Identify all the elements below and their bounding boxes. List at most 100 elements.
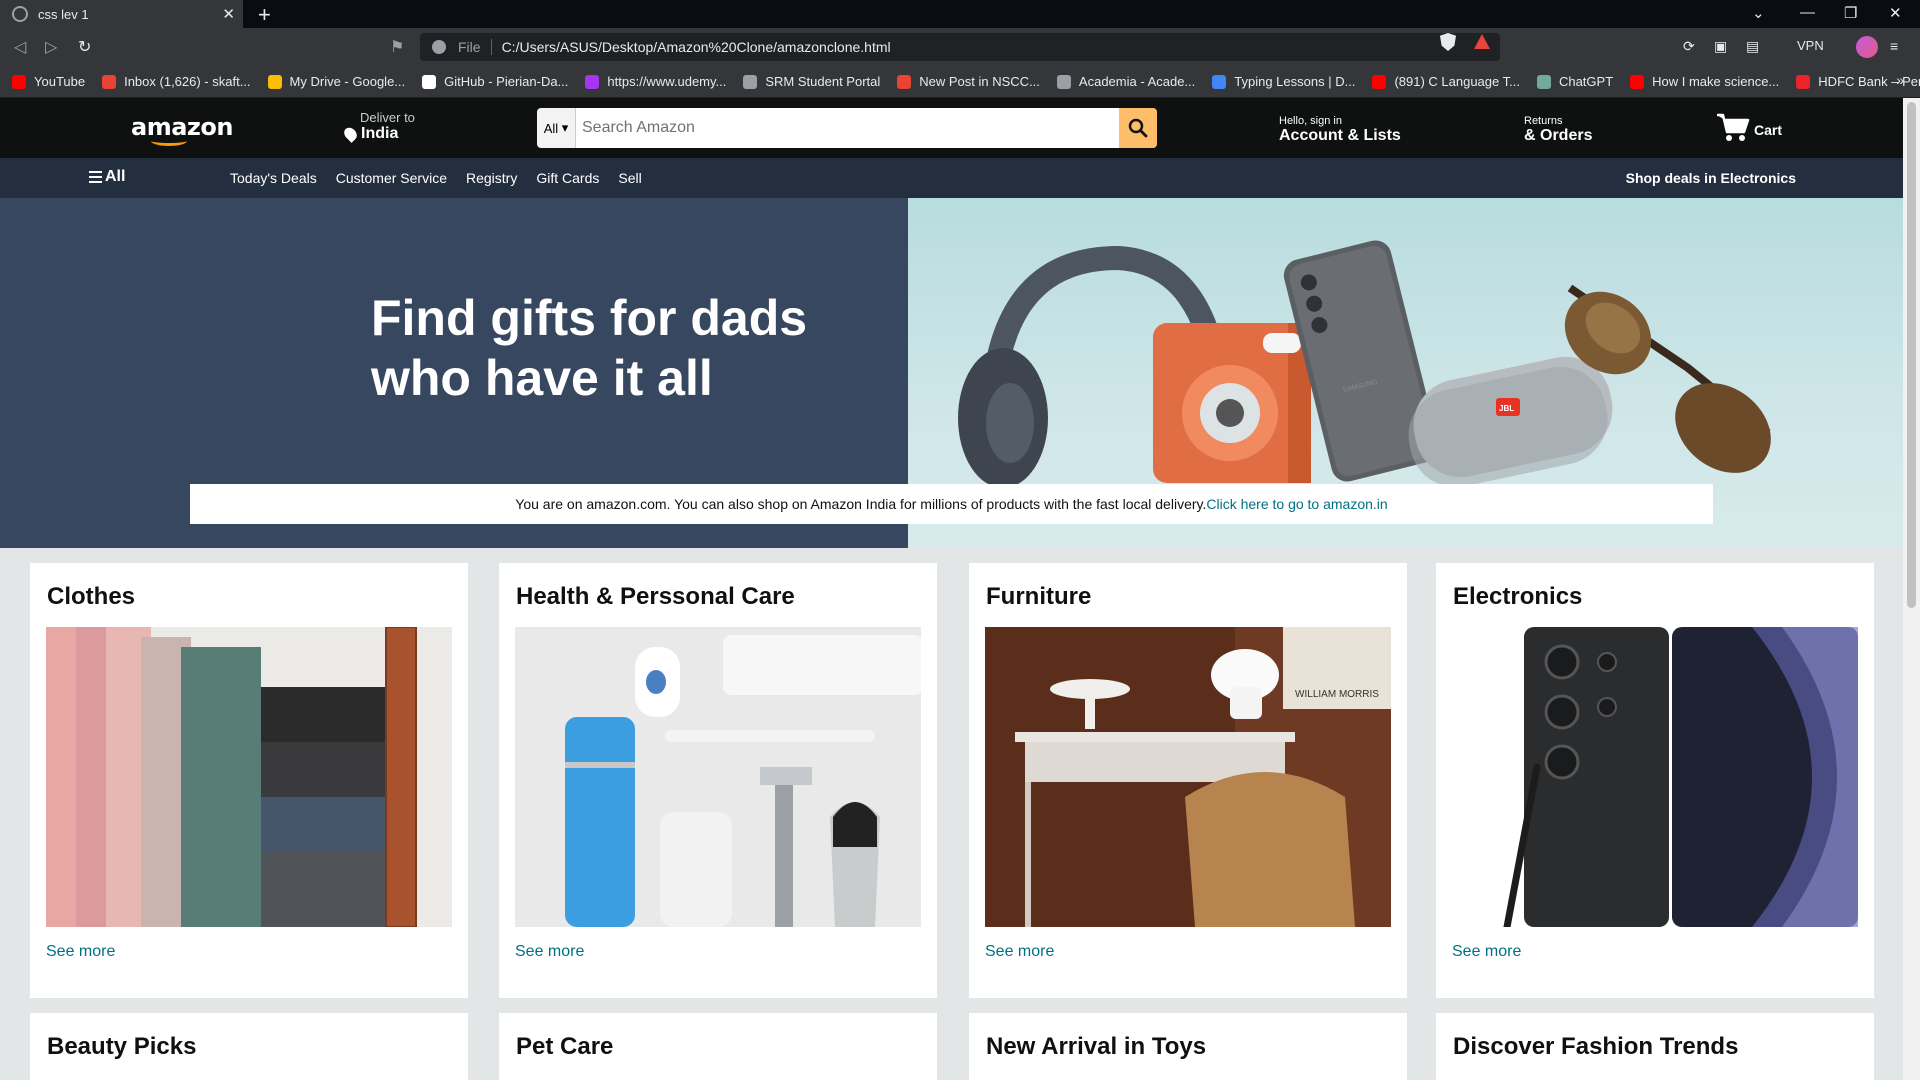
card-title: Discover Fashion Trends (1453, 1033, 1739, 1060)
card-title: New Arrival in Toys (986, 1033, 1207, 1060)
bookmark-item[interactable]: ChatGPT (1536, 74, 1613, 89)
subnav-link[interactable]: Customer Service (336, 170, 447, 186)
amazon-india-notice: You are on amazon.com. You can also shop… (190, 484, 1713, 524)
minimize-icon[interactable]: — (1800, 4, 1815, 21)
subnav-link[interactable]: Gift Cards (536, 170, 599, 186)
card-title: Beauty Picks (47, 1033, 197, 1060)
bookmark-label: Typing Lessons | D... (1234, 74, 1356, 89)
see-more-link[interactable]: See more (515, 943, 584, 961)
location-pin-icon (341, 125, 360, 143)
returns-orders[interactable]: Returns & Orders (1524, 115, 1592, 145)
url-scheme: File (458, 39, 492, 55)
bookmark-item[interactable]: How I make science... (1630, 74, 1779, 89)
bookmark-label: How I make science... (1652, 74, 1780, 89)
hamburger-icon (89, 171, 102, 183)
returns-label: Returns (1524, 115, 1563, 127)
browser-tab[interactable]: css lev 1 ✕ (0, 0, 243, 28)
search-category-select[interactable]: All ▾ (537, 108, 576, 148)
subnav-link[interactable]: Registry (466, 170, 517, 186)
clothes-image[interactable] (46, 627, 452, 927)
shop-deals-link[interactable]: Shop deals in Electronics (1626, 170, 1796, 186)
orders-label: & Orders (1524, 127, 1593, 144)
card-title: Clothes (47, 583, 136, 610)
furniture-image[interactable]: WILLIAM MORRIS (985, 627, 1391, 927)
all-menu-button[interactable]: All (89, 168, 125, 186)
close-tab-icon[interactable]: ✕ (222, 5, 235, 23)
bookmark-favicon-icon (1630, 74, 1645, 89)
bookmark-favicon-icon (897, 74, 912, 89)
bookmarks-overflow-icon[interactable]: » (1896, 72, 1904, 88)
deliver-label: Deliver to (360, 110, 415, 125)
hero-banner[interactable]: Find gifts for dads who have it all SAMS… (0, 198, 1903, 548)
bookmarks-bar: YouTube Inbox (1,626) - skaft... My Drive … (0, 66, 1920, 98)
menu-icon[interactable]: ≡ (1890, 38, 1898, 54)
deliver-to[interactable]: Deliver to India (341, 110, 415, 143)
amazon-india-link[interactable]: Click here to go to amazon.in (1206, 496, 1387, 512)
bookmark-item[interactable]: SRM Student Portal (743, 74, 880, 89)
bookmark-label: GitHub - Pierian-Da... (444, 74, 569, 89)
site-info-icon[interactable] (432, 40, 446, 54)
amazon-page: amazon Deliver to India All ▾ Hello, sig… (0, 98, 1903, 1080)
bookmark-favicon-icon (422, 74, 437, 89)
bookmark-label: https://www.udemy... (607, 74, 727, 89)
subnav-link[interactable]: Today's Deals (230, 170, 317, 186)
see-more-link[interactable]: See more (1452, 943, 1521, 961)
bookmark-item[interactable]: Typing Lessons | D... (1212, 74, 1355, 89)
cart-button[interactable]: Cart (1716, 112, 1782, 142)
amazon-header: amazon Deliver to India All ▾ Hello, sig… (0, 98, 1903, 158)
tab-favicon-icon (12, 6, 28, 22)
bookmark-item[interactable]: Academia - Acade... (1056, 74, 1195, 89)
address-bar[interactable]: File C:/Users/ASUS/Desktop/Amazon%20Clon… (420, 33, 1500, 61)
card-electronics: Electronics See more (1436, 563, 1874, 998)
page-scrollbar[interactable] (1903, 98, 1920, 1080)
bookmark-favicon-icon (1372, 74, 1387, 89)
account-lists[interactable]: Hello, sign in Account & Lists (1279, 115, 1401, 145)
cart-label: Cart (1754, 122, 1783, 138)
url-text[interactable]: C:/Users/ASUS/Desktop/Amazon%20Clone/ama… (502, 39, 891, 55)
window-close-icon[interactable]: ✕ (1889, 4, 1902, 22)
new-tab-icon[interactable]: + (258, 2, 271, 28)
all-label: All (105, 168, 126, 185)
reload-icon[interactable]: ↻ (78, 37, 91, 57)
see-more-link[interactable]: See more (46, 943, 115, 961)
bookmark-page-icon[interactable]: ⚑ (390, 37, 404, 57)
signin-greeting: Hello, sign in (1279, 115, 1342, 127)
scrollbar-thumb[interactable] (1907, 102, 1916, 608)
vpn-button[interactable]: VPN (1797, 38, 1824, 53)
card-furniture: Furniture WILLIAM MORRIS See more (969, 563, 1407, 998)
card-title: Health & Perssonal Care (516, 583, 795, 610)
card-toys: New Arrival in Toys (969, 1013, 1407, 1080)
bookmark-item[interactable]: (891) C Language T... (1372, 74, 1520, 89)
bookmark-item[interactable]: https://www.udemy... (585, 74, 726, 89)
wallet-icon[interactable]: ▤ (1746, 38, 1759, 55)
brave-rewards-icon[interactable] (1474, 34, 1490, 49)
search-button[interactable] (1119, 108, 1157, 148)
card-clothes: Clothes See more (30, 563, 468, 998)
sidebar-icon[interactable]: ▣ (1714, 38, 1727, 55)
bookmark-item[interactable]: My Drive - Google... (267, 74, 405, 89)
bookmark-favicon-icon (1056, 74, 1071, 89)
bookmark-label: SRM Student Portal (765, 74, 881, 89)
extensions-icon[interactable]: ⟳ (1683, 38, 1695, 55)
tab-search-icon[interactable]: ⌄ (1752, 4, 1765, 22)
bookmark-item[interactable]: YouTube (12, 74, 85, 89)
bookmark-item[interactable]: New Post in NSCC... (897, 74, 1040, 89)
bookmark-label: Inbox (1,626) - skaft... (124, 74, 251, 89)
poster-text: WILLIAM MORRIS (1295, 689, 1379, 700)
bookmark-favicon-icon (585, 74, 600, 89)
bookmark-item[interactable]: GitHub - Pierian-Da... (422, 74, 568, 89)
subnav-link[interactable]: Sell (618, 170, 641, 186)
see-more-link[interactable]: See more (985, 943, 1054, 961)
electronics-image[interactable] (1452, 627, 1858, 927)
search-input[interactable] (576, 108, 1119, 148)
profile-avatar[interactable] (1856, 36, 1878, 58)
health-care-image[interactable] (515, 627, 921, 927)
speaker-icon: JBL (1408, 356, 1613, 488)
bookmark-item[interactable]: Inbox (1,626) - skaft... (102, 74, 251, 89)
restore-icon[interactable]: ❐ (1844, 4, 1857, 22)
hero-title: Find gifts for dads who have it all (371, 290, 808, 406)
forward-icon[interactable]: ▷ (45, 37, 57, 57)
back-icon[interactable]: ◁ (14, 37, 26, 57)
search-bar: All ▾ (537, 108, 1157, 148)
instant-camera-icon (1153, 323, 1311, 483)
